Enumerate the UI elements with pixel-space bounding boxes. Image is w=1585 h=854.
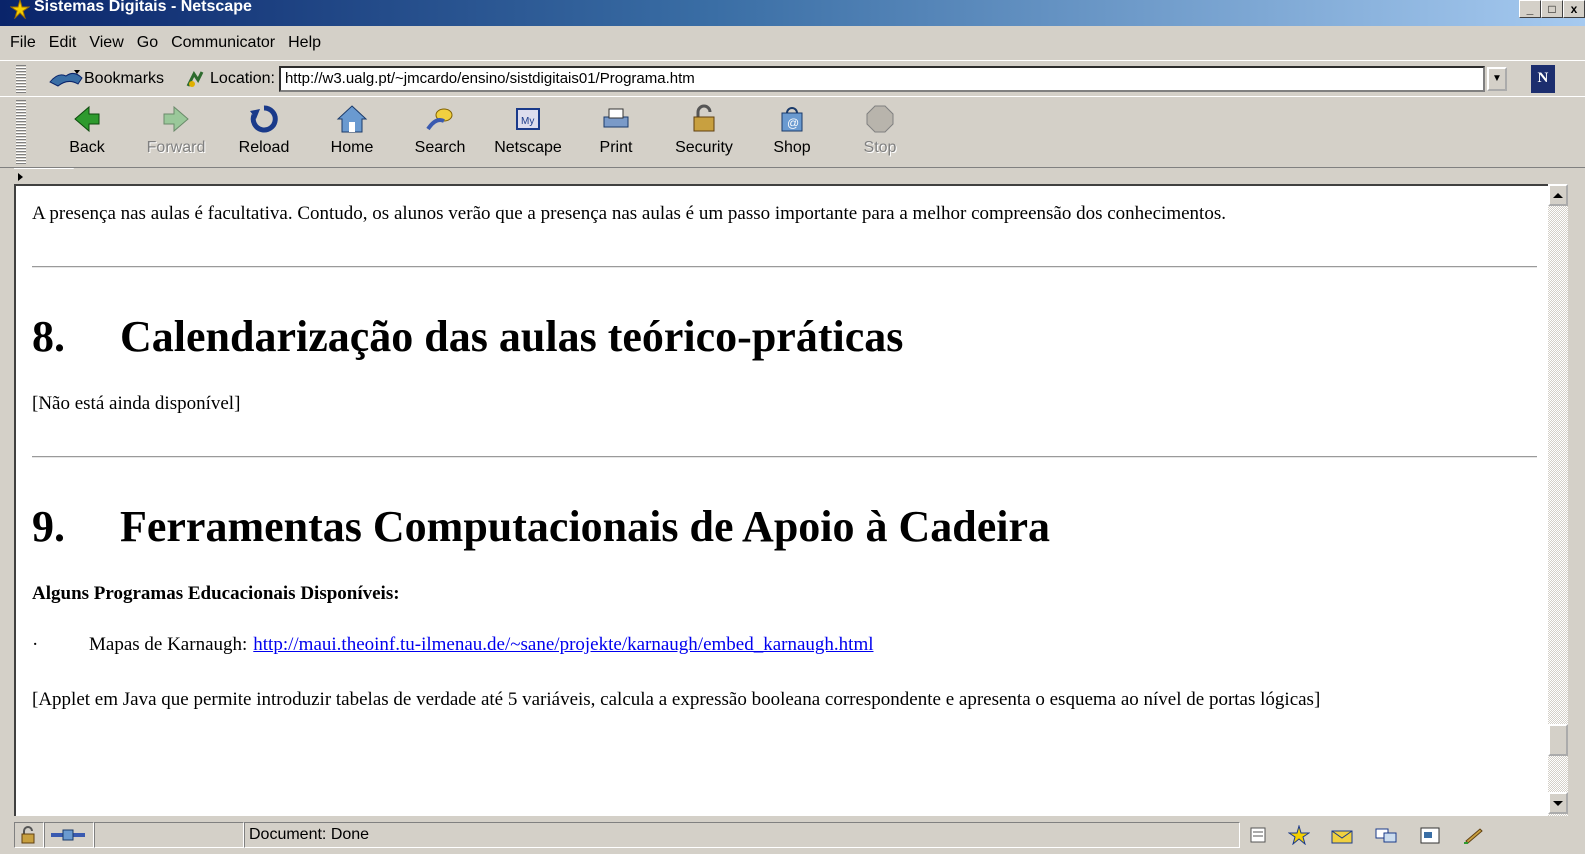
print-icon <box>603 108 629 128</box>
forward-button[interactable]: Forward <box>136 103 216 165</box>
search-button[interactable]: Search <box>400 103 480 165</box>
home-label: Home <box>330 139 374 156</box>
location-icon <box>186 70 204 87</box>
security-status[interactable] <box>14 822 44 848</box>
section-9-heading: 9. Ferramentas Computacionais de Apoio à … <box>32 502 1050 552</box>
section-8-number: 8. <box>32 312 65 361</box>
forward-label: Forward <box>146 139 206 156</box>
my-netscape-icon: My <box>516 108 540 130</box>
aim-icon[interactable] <box>1462 825 1486 845</box>
arrow-down-icon <box>1553 800 1563 806</box>
lock-icon <box>21 826 35 844</box>
scroll-thumb[interactable] <box>1548 724 1568 756</box>
back-icon <box>74 105 100 133</box>
menu-edit[interactable]: Edit <box>49 32 77 54</box>
location-label-group: Location: <box>184 68 275 90</box>
section-9-subheading: Alguns Programas Educacionais Disponívei… <box>32 583 400 604</box>
my-netscape-button[interactable]: My Netscape <box>488 103 568 165</box>
maximize-button[interactable]: □ <box>1541 0 1563 18</box>
svg-text:My: My <box>521 116 534 127</box>
karnaugh-link[interactable]: http://maui.theoinf.tu-ilmenau.de/~sane/… <box>253 634 873 656</box>
list-item: · Mapas de Karnaugh: http://maui.theoinf… <box>32 634 874 656</box>
forward-icon <box>163 105 189 133</box>
vertical-scrollbar[interactable] <box>1548 184 1568 816</box>
menu-bar: File Edit View Go Communicator Help <box>0 26 1585 60</box>
stop-label: Stop <box>863 139 897 156</box>
close-button[interactable]: x <box>1563 0 1585 18</box>
bullet-label: Mapas de Karnaugh: <box>89 634 248 655</box>
window-title: Sistemas Digitais - Netscape <box>34 0 252 15</box>
netscape-logo[interactable]: N <box>1530 64 1555 93</box>
url-history-dropdown[interactable]: ▼ <box>1486 66 1507 91</box>
minimize-button[interactable]: _ <box>1519 0 1541 18</box>
navigation-toolbar: Back Forward Reload Home Search My Netsc… <box>0 96 1585 168</box>
status-text: Document: Done <box>244 822 1240 848</box>
my-netscape-label: Netscape <box>494 139 562 156</box>
toolbar-grip[interactable] <box>16 100 26 164</box>
print-label: Print <box>599 139 633 156</box>
bookmarks-button[interactable]: Bookmarks <box>48 68 164 90</box>
component-bar <box>1240 822 1518 848</box>
stop-button[interactable]: Stop <box>840 103 920 165</box>
search-label: Search <box>414 139 466 156</box>
location-label: Location: <box>210 69 275 87</box>
composer-icon[interactable] <box>1418 825 1442 845</box>
section-8-title: Calendarização das aulas teórico-prática… <box>120 312 904 361</box>
url-input[interactable]: http://w3.ualg.pt/~jmcardo/ensino/sistdi… <box>278 65 1485 92</box>
location-toolbar: Bookmarks Location: http://w3.ualg.pt/~j… <box>0 60 1585 96</box>
security-lock-icon <box>693 104 715 132</box>
reload-icon <box>250 105 278 133</box>
svg-text:@: @ <box>787 116 799 130</box>
netscape-app-icon <box>10 0 30 19</box>
section-9-title: Ferramentas Computacionais de Apoio à Ca… <box>120 502 1051 551</box>
toolbar-grip[interactable] <box>16 64 26 93</box>
chevron-down-icon: ▼ <box>1492 73 1502 84</box>
search-icon <box>426 108 453 131</box>
expand-arrow-icon <box>18 173 23 181</box>
menu-communicator[interactable]: Communicator <box>171 32 275 54</box>
horizontal-rule <box>32 266 1537 268</box>
bullet-marker: · <box>32 634 39 655</box>
bookmarks-icon <box>49 69 83 87</box>
netscape-star-icon[interactable] <box>1288 825 1310 845</box>
home-icon <box>336 105 368 133</box>
section-8-note: [Não está ainda disponível] <box>32 393 241 414</box>
progress-bar <box>94 822 244 848</box>
stop-icon <box>866 105 894 133</box>
intro-paragraph: A presença nas aulas é facultativa. Cont… <box>32 203 1226 224</box>
section-9-description: [Applet em Java que permite introduzir t… <box>32 689 1321 710</box>
menu-help[interactable]: Help <box>288 32 321 54</box>
security-button[interactable]: Security <box>664 103 744 165</box>
scroll-down-button[interactable] <box>1548 792 1568 814</box>
section-8-heading: 8. Calendarização das aulas teórico-práti… <box>32 312 903 362</box>
connection-status <box>44 822 94 848</box>
shop-button[interactable]: @ Shop <box>752 103 832 165</box>
reload-label: Reload <box>238 139 290 156</box>
status-bar: Document: Done <box>0 816 1585 854</box>
section-9-number: 9. <box>32 502 65 551</box>
bookmarks-label: Bookmarks <box>84 69 165 87</box>
home-button[interactable]: Home <box>312 103 392 165</box>
mail-icon[interactable] <box>1330 825 1354 845</box>
arrow-up-icon <box>1553 192 1563 198</box>
horizontal-rule <box>32 456 1537 458</box>
navigator-icon[interactable] <box>1248 825 1268 845</box>
security-label: Security <box>675 139 733 156</box>
reload-button[interactable]: Reload <box>224 103 304 165</box>
print-button[interactable]: Print <box>576 103 656 165</box>
toolbar-collapse-tab[interactable] <box>14 168 74 184</box>
back-button[interactable]: Back <box>47 103 127 165</box>
page-content[interactable]: A presença nas aulas é facultativa. Cont… <box>14 184 1548 816</box>
shop-label: Shop <box>773 139 811 156</box>
scroll-up-button[interactable] <box>1548 184 1568 206</box>
discussions-icon[interactable] <box>1374 825 1398 845</box>
back-label: Back <box>69 139 105 156</box>
menu-go[interactable]: Go <box>137 32 158 54</box>
menu-view[interactable]: View <box>89 32 123 54</box>
connection-icon <box>51 829 85 841</box>
menu-file[interactable]: File <box>10 32 36 54</box>
window-title-bar[interactable]: Sistemas Digitais - Netscape _ □ x <box>0 0 1585 26</box>
shop-bag-icon: @ <box>781 107 803 132</box>
